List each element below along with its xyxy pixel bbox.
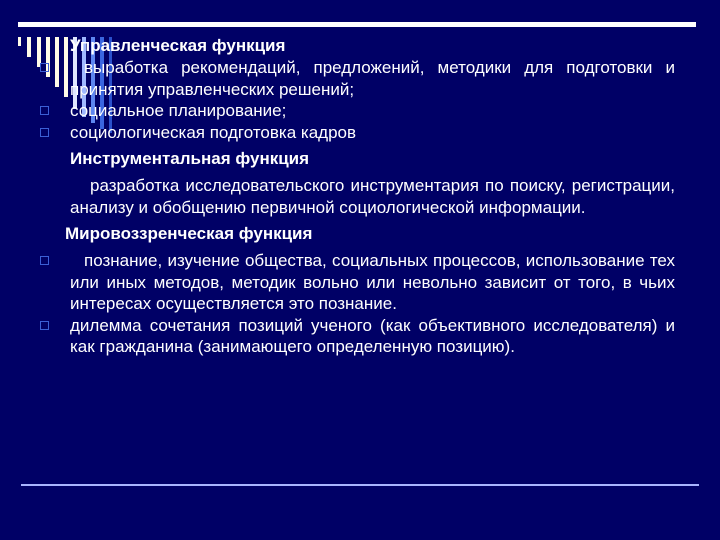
list-item-text: выработка рекомендаций, предложений, мет… xyxy=(70,58,675,99)
list-item: разработка исследовательского инструмент… xyxy=(70,175,675,218)
stripe xyxy=(18,37,21,46)
square-bullet-icon xyxy=(40,256,49,265)
bottom-rule xyxy=(21,484,699,486)
square-bullet-icon xyxy=(40,63,49,72)
list-item: социологическая подготовка кадров xyxy=(40,122,675,144)
section-heading: Инструментальная функция xyxy=(70,149,310,168)
list-item: познание, изучение общества, социальных … xyxy=(40,250,675,315)
square-bullet-icon xyxy=(40,127,49,137)
list-item-text: дилемма сочетания позиций ученого (как о… xyxy=(70,315,675,357)
stripe xyxy=(64,37,68,97)
list-item: дилемма сочетания позиций ученого (как о… xyxy=(40,315,675,358)
square-bullet-icon xyxy=(40,320,49,330)
section-heading: Мировоззренческая функция xyxy=(65,224,313,243)
slide-content: Управленческая функция выработка рекомен… xyxy=(40,35,675,358)
section-heading: Управленческая функция xyxy=(70,36,286,55)
square-bullet-icon xyxy=(40,106,49,115)
list-item: выработка рекомендаций, предложений, мет… xyxy=(40,57,675,100)
list-item-text: социологическая подготовка кадров xyxy=(70,122,357,142)
list-item-text: познание, изучение общества, социальных … xyxy=(70,251,675,313)
list-item-text: социальное планирование; xyxy=(70,101,287,120)
stripe xyxy=(27,37,31,57)
stripe xyxy=(55,37,59,87)
list-item: социальное планирование; xyxy=(40,100,675,122)
list-item-text: разработка исследовательского инструмент… xyxy=(70,176,675,217)
